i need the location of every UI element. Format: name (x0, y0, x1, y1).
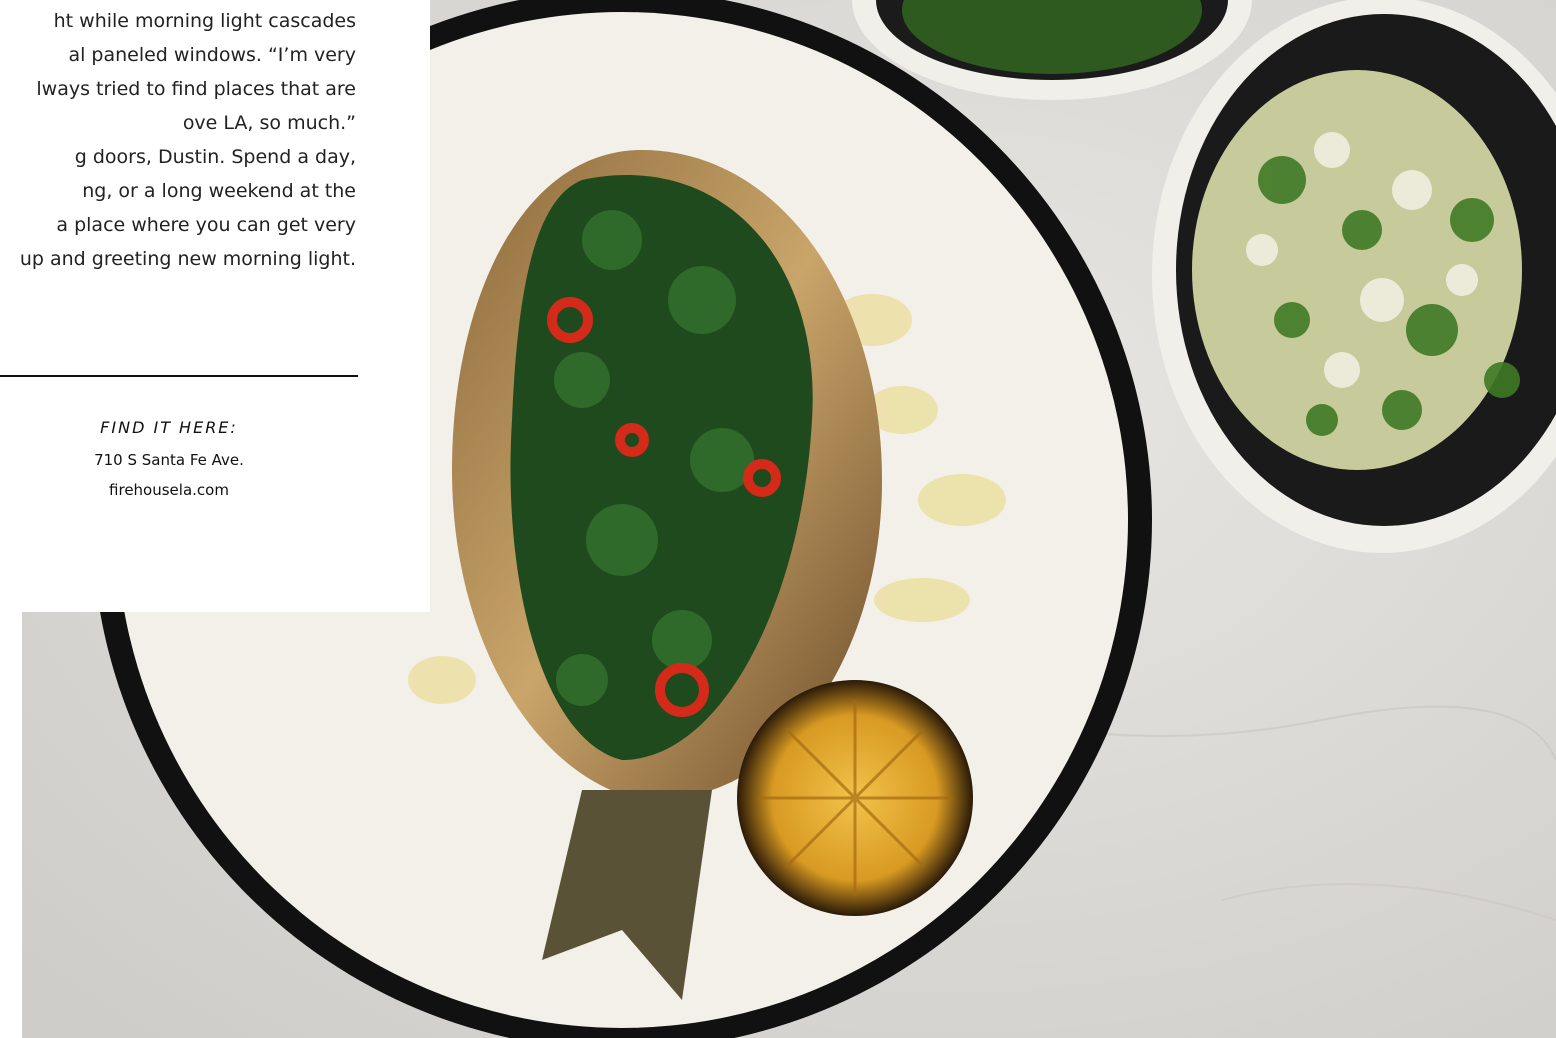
find-it-here-label: FIND IT HERE: (100, 418, 238, 437)
article-body: ht while morning light cascades al panel… (0, 4, 356, 276)
divider (0, 375, 358, 377)
find-it-here-section: FIND IT HERE: 710 S Santa Fe Ave. fireho… (0, 418, 358, 505)
address: 710 S Santa Fe Ave. (94, 451, 244, 469)
body-line: ove LA, so much.” (182, 112, 356, 134)
body-line: al paneled windows. “I’m very (68, 44, 356, 66)
body-line: ht while morning light cascades (53, 10, 356, 32)
body-line: a place where you can get very (56, 214, 356, 236)
website-link[interactable]: firehousela.com (86, 475, 252, 505)
body-line: lways tried to find places that are (36, 78, 356, 100)
body-line: g doors, Dustin. Spend a day, (74, 146, 356, 168)
body-line: ng, or a long weekend at the (82, 180, 356, 202)
article-text-panel: ht while morning light cascades al panel… (0, 0, 430, 612)
body-line: up and greeting new morning light. (19, 248, 356, 270)
